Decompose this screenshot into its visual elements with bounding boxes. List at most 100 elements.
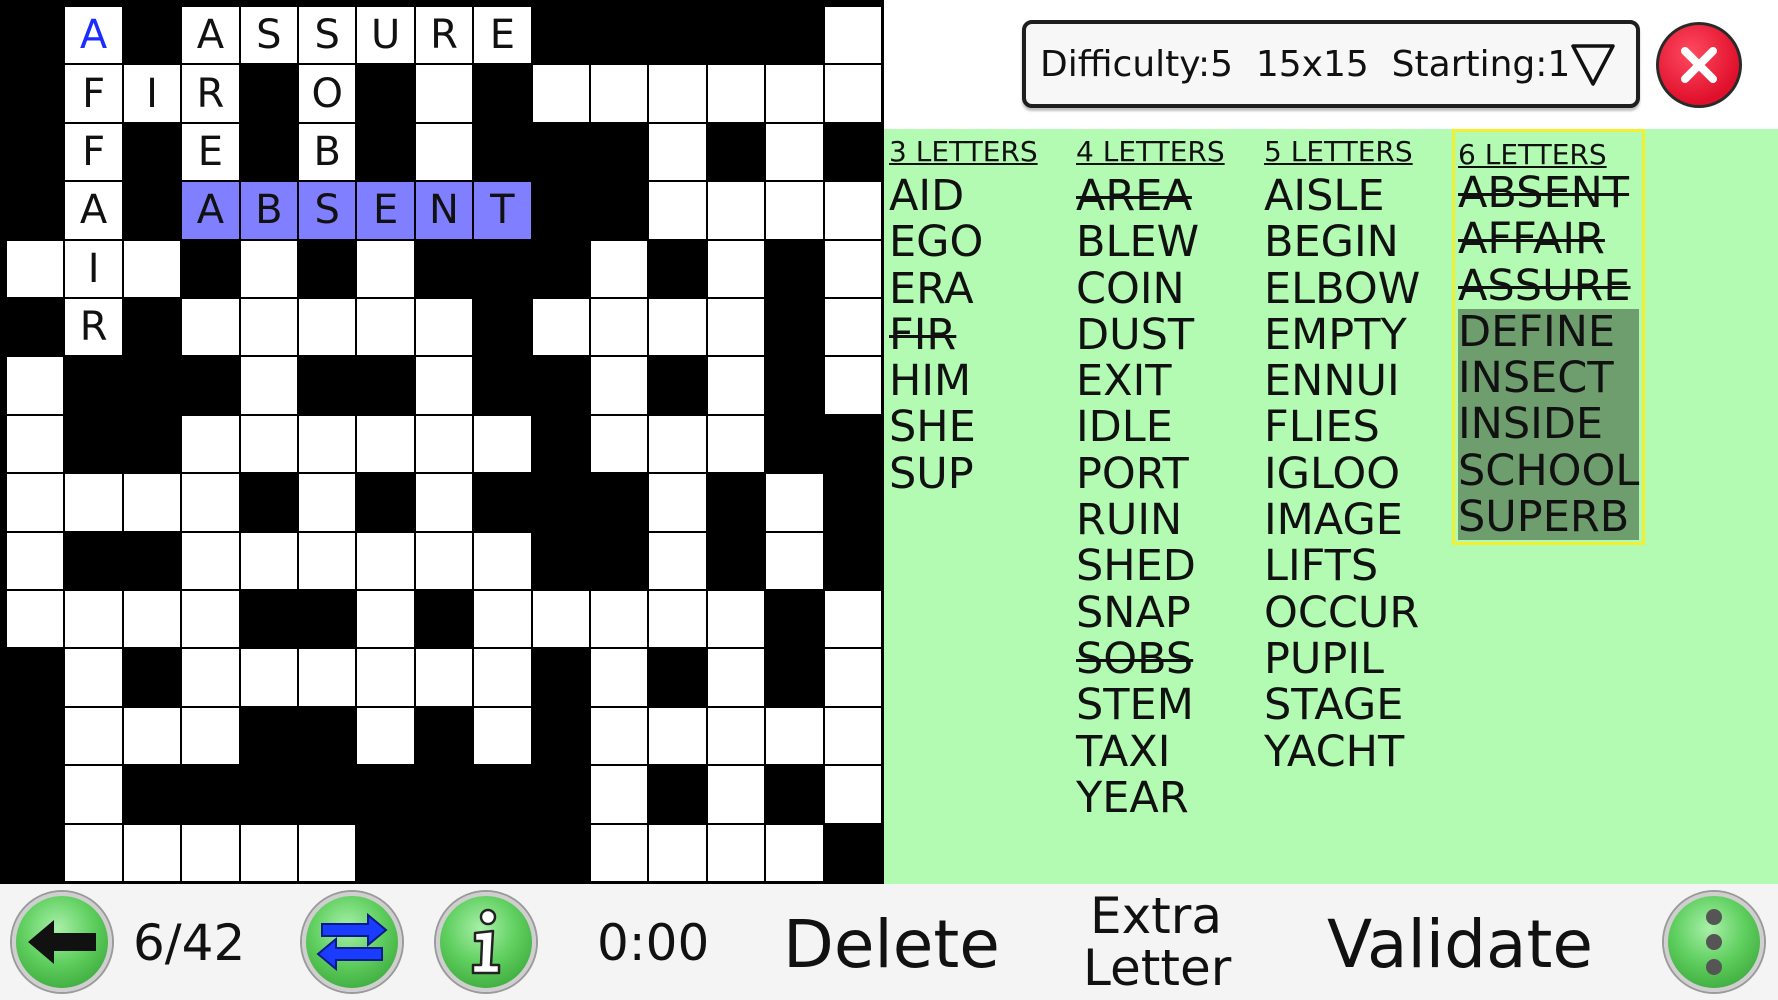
grid-cell[interactable]: [473, 590, 532, 649]
grid-cell[interactable]: [239, 298, 298, 357]
grid-cell[interactable]: A: [181, 181, 240, 240]
grid-cell[interactable]: [414, 298, 474, 357]
grid-cell[interactable]: [298, 298, 357, 357]
grid-cell[interactable]: [122, 706, 182, 766]
grid-cell[interactable]: [181, 414, 240, 474]
grid-cell[interactable]: [356, 590, 415, 649]
grid-cell[interactable]: [414, 473, 474, 532]
grid-cell[interactable]: [590, 648, 649, 707]
grid-cell[interactable]: [706, 239, 766, 298]
grid-cell[interactable]: [414, 531, 474, 590]
grid-cell[interactable]: E: [181, 122, 240, 182]
grid-cell[interactable]: [122, 823, 182, 882]
grid-cell[interactable]: [765, 531, 824, 590]
grid-cell[interactable]: O: [298, 64, 357, 123]
extra-letter-button[interactable]: Extra Letter: [1083, 890, 1231, 994]
grid-cell[interactable]: [531, 64, 590, 123]
grid-cell[interactable]: [122, 239, 182, 298]
grid-cell[interactable]: [706, 181, 766, 240]
grid-cell[interactable]: U: [356, 6, 415, 65]
grid-cell[interactable]: [356, 531, 415, 590]
grid-cell[interactable]: [122, 590, 182, 649]
grid-cell[interactable]: [648, 64, 707, 123]
grid-cell[interactable]: T: [473, 181, 532, 240]
grid-cell[interactable]: [823, 590, 882, 649]
grid-cell[interactable]: A: [181, 6, 240, 65]
validate-button[interactable]: Validate: [1327, 906, 1593, 983]
grid-cell[interactable]: [414, 356, 474, 415]
grid-cell[interactable]: [414, 648, 474, 707]
grid-cell[interactable]: [648, 414, 707, 474]
grid-cell[interactable]: [765, 181, 824, 240]
grid-cell[interactable]: [648, 122, 707, 182]
grid-cell[interactable]: R: [181, 64, 240, 123]
grid-cell[interactable]: [823, 298, 882, 357]
grid-cell[interactable]: [64, 706, 123, 766]
grid-cell[interactable]: [239, 414, 298, 474]
grid-cell[interactable]: [181, 531, 240, 590]
grid-cell[interactable]: I: [122, 64, 182, 123]
grid-cell[interactable]: [531, 590, 590, 649]
grid-cell[interactable]: [706, 356, 766, 415]
grid-cell[interactable]: [414, 64, 474, 123]
grid-cell[interactable]: [706, 298, 766, 357]
grid-cell[interactable]: [706, 414, 766, 474]
grid-cell[interactable]: F: [64, 122, 123, 182]
grid-cell[interactable]: [823, 64, 882, 123]
grid-cell[interactable]: [181, 823, 240, 882]
grid-cell[interactable]: [590, 356, 649, 415]
info-button[interactable]: [436, 892, 536, 992]
grid-cell[interactable]: [590, 765, 649, 824]
grid-cell[interactable]: [6, 414, 65, 474]
grid-cell[interactable]: [64, 590, 123, 649]
grid-cell[interactable]: [6, 239, 65, 298]
grid-cell[interactable]: [648, 590, 707, 649]
grid-cell[interactable]: [765, 64, 824, 123]
grid-cell[interactable]: [531, 298, 590, 357]
grid-cell[interactable]: [648, 823, 707, 882]
grid-cell[interactable]: N: [414, 181, 474, 240]
grid-cell[interactable]: [765, 122, 824, 182]
grid-cell[interactable]: [706, 64, 766, 123]
grid-cell[interactable]: [765, 473, 824, 532]
grid-cell[interactable]: [6, 590, 65, 649]
grid-cell[interactable]: [6, 473, 65, 532]
close-button[interactable]: [1656, 22, 1742, 108]
grid-cell[interactable]: [706, 590, 766, 649]
grid-cell[interactable]: [64, 648, 123, 707]
grid-cell[interactable]: [122, 473, 182, 532]
grid-cell[interactable]: [765, 706, 824, 766]
grid-cell[interactable]: [181, 473, 240, 532]
grid-cell[interactable]: [6, 531, 65, 590]
grid-cell[interactable]: [298, 531, 357, 590]
grid-cell[interactable]: [356, 648, 415, 707]
grid-cell[interactable]: [706, 765, 766, 824]
grid-cell[interactable]: [648, 181, 707, 240]
grid-cell[interactable]: [181, 590, 240, 649]
grid-cell[interactable]: [298, 414, 357, 474]
grid-cell[interactable]: [181, 706, 240, 766]
grid-cell[interactable]: [648, 473, 707, 532]
grid-cell[interactable]: [823, 181, 882, 240]
grid-cell[interactable]: [356, 298, 415, 357]
back-button[interactable]: [12, 892, 112, 992]
delete-button[interactable]: Delete: [783, 906, 1000, 983]
grid-cell[interactable]: [239, 356, 298, 415]
grid-cell[interactable]: [823, 356, 882, 415]
grid-cell[interactable]: S: [298, 6, 357, 65]
grid-cell[interactable]: R: [414, 6, 474, 65]
grid-cell[interactable]: [356, 239, 415, 298]
grid-cell[interactable]: [414, 414, 474, 474]
grid-cell[interactable]: [356, 706, 415, 766]
grid-cell[interactable]: B: [298, 122, 357, 182]
grid-cell[interactable]: E: [356, 181, 415, 240]
menu-button[interactable]: [1664, 892, 1764, 992]
grid-cell[interactable]: B: [239, 181, 298, 240]
grid-cell[interactable]: [648, 298, 707, 357]
grid-cell[interactable]: [706, 706, 766, 766]
grid-cell[interactable]: [590, 590, 649, 649]
grid-cell[interactable]: [590, 239, 649, 298]
grid-cell[interactable]: [414, 122, 474, 182]
grid-cell[interactable]: [706, 648, 766, 707]
grid-cell[interactable]: [298, 473, 357, 532]
